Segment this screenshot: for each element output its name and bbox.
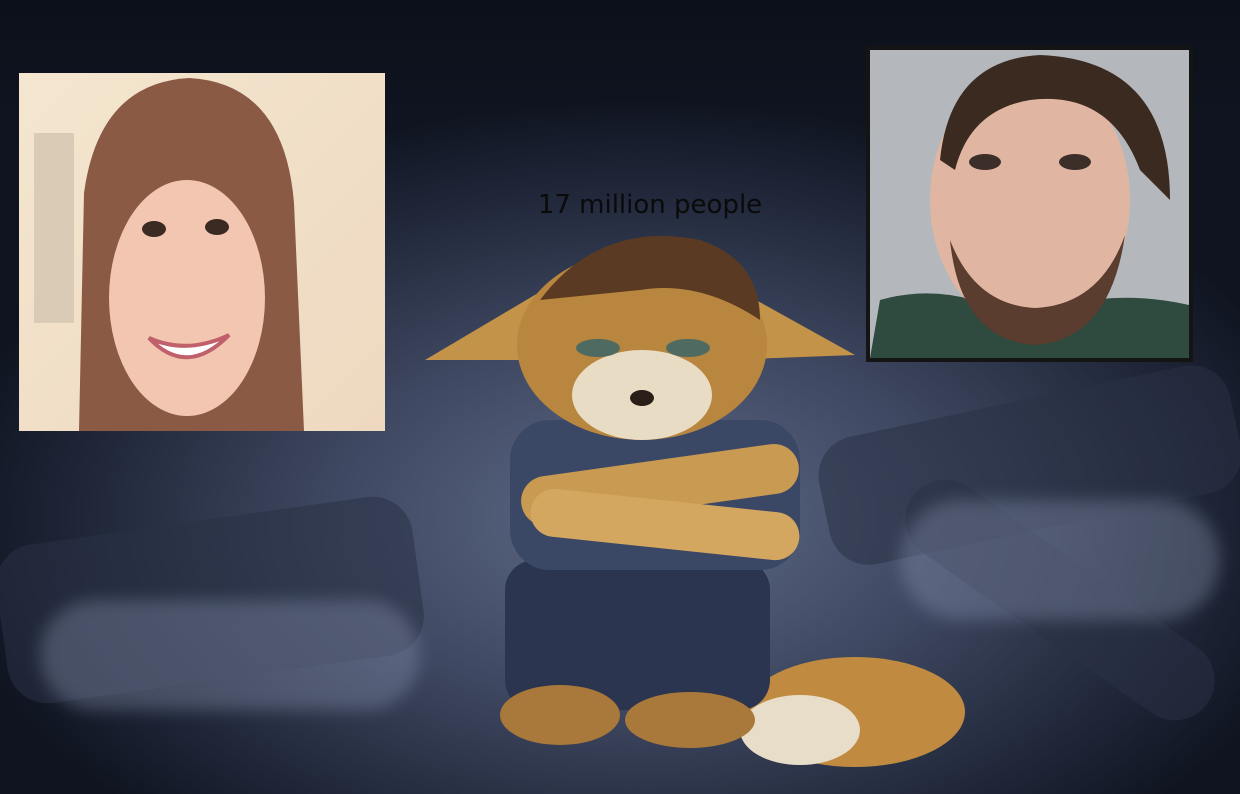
fox-tail-tip <box>740 695 860 765</box>
right-photo <box>866 46 1193 362</box>
fox-eye-left <box>576 339 620 357</box>
woman-eye-left <box>142 221 166 237</box>
man-eye-left <box>969 154 1001 170</box>
fox-eye-right <box>666 339 710 357</box>
left-photo <box>19 73 385 431</box>
fox-nose <box>630 390 654 406</box>
fox-foot-right <box>625 692 755 748</box>
fox-foot-left <box>500 685 620 745</box>
caption-text: 17 million people <box>537 190 763 220</box>
woman-face <box>109 180 265 416</box>
woman-eye-right <box>205 219 229 235</box>
woman-portrait <box>34 78 304 431</box>
man-portrait <box>870 50 1189 358</box>
man-eye-right <box>1059 154 1091 170</box>
